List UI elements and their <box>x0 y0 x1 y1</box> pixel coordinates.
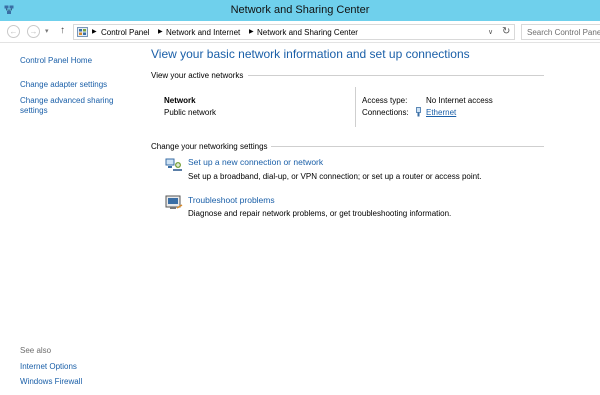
ethernet-icon <box>416 107 421 117</box>
recent-locations-icon[interactable]: ▾ <box>45 27 49 35</box>
back-button[interactable]: ← <box>7 25 20 38</box>
breadcrumb-separator-icon[interactable]: ▶ <box>158 28 163 35</box>
see-also-label: See also <box>20 346 52 355</box>
access-type-value: No Internet access <box>426 96 493 105</box>
active-networks-label: View your active networks <box>151 71 244 80</box>
control-panel-icon <box>77 27 88 37</box>
section-divider <box>271 146 544 147</box>
window-title: Network and Sharing Center <box>230 4 370 16</box>
section-divider <box>248 75 544 76</box>
breadcrumb-control-panel[interactable]: Control Panel <box>101 28 149 37</box>
forward-button[interactable]: → <box>27 25 40 38</box>
address-bar: ← → ▾ ↑ ▶ Control Panel ▶ Network and In… <box>0 21 600 43</box>
troubleshoot-desc: Diagnose and repair network problems, or… <box>188 209 452 218</box>
connections-label: Connections: <box>362 108 409 117</box>
troubleshoot-link[interactable]: Troubleshoot problems <box>188 195 275 205</box>
breadcrumb-network-sharing[interactable]: Network and Sharing Center <box>257 28 358 37</box>
setup-connection-link[interactable]: Set up a new connection or network <box>188 157 323 167</box>
access-type-label: Access type: <box>362 96 408 105</box>
network-divider <box>355 87 356 127</box>
address-box[interactable]: ▶ Control Panel ▶ Network and Internet ▶… <box>73 24 515 40</box>
change-adapter-settings-link[interactable]: Change adapter settings <box>20 80 107 90</box>
network-name: Network <box>164 96 196 105</box>
networking-settings-label: Change your networking settings <box>151 142 268 151</box>
setup-connection-desc: Set up a broadband, dial-up, or VPN conn… <box>188 172 482 181</box>
breadcrumb-separator-icon[interactable]: ▶ <box>92 28 97 35</box>
control-panel-home-link[interactable]: Control Panel Home <box>20 56 92 66</box>
search-input[interactable] <box>522 25 600 39</box>
network-type[interactable]: Public network <box>164 108 216 117</box>
up-button[interactable]: ↑ <box>60 25 65 36</box>
change-advanced-sharing-link[interactable]: Change advanced sharing <box>20 96 113 106</box>
change-advanced-sharing-link-cont[interactable]: settings <box>20 106 48 116</box>
breadcrumb-network-internet[interactable]: Network and Internet <box>166 28 240 37</box>
title-bar: Network and Sharing Center <box>0 0 600 21</box>
refresh-icon[interactable]: ↻ <box>502 26 510 37</box>
network-setup-icon <box>165 158 182 171</box>
address-dropdown-icon[interactable]: ∨ <box>488 28 493 36</box>
search-box[interactable] <box>521 24 600 40</box>
troubleshoot-icon <box>165 195 183 209</box>
internet-options-link[interactable]: Internet Options <box>20 362 77 372</box>
breadcrumb-separator-icon[interactable]: ▶ <box>249 28 254 35</box>
windows-firewall-link[interactable]: Windows Firewall <box>20 377 82 387</box>
ethernet-link[interactable]: Ethernet <box>426 108 456 117</box>
page-title: View your basic network information and … <box>151 47 470 61</box>
